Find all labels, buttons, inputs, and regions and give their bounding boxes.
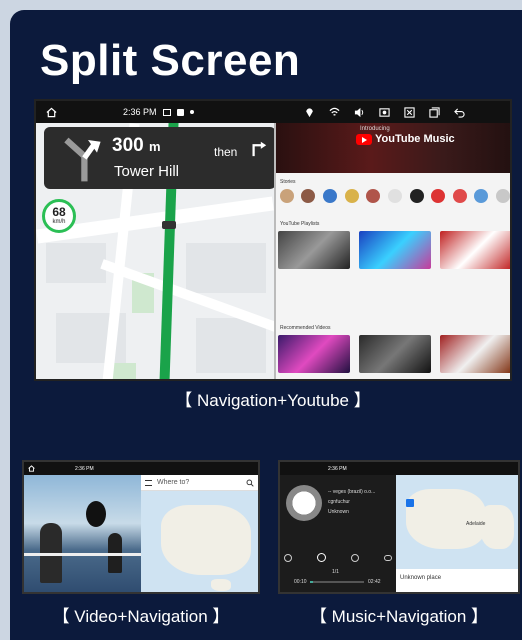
artist-name: cgnfuchur [328,499,350,505]
street-name: Tower Hill [114,163,180,180]
story-avatar[interactable] [474,189,489,203]
page-title: Split Screen [40,36,301,85]
search-bar[interactable]: Where to? [141,475,258,491]
time-total: 02:42 [368,579,381,585]
turn-left-arrow-icon [64,137,101,182]
place-card[interactable]: Unknown place [396,569,518,592]
distance-value: 300 [112,135,144,156]
video-navigation-screenshot: 2:36 PM Where to? [22,460,260,594]
video-thumbnail[interactable] [359,231,431,269]
story-avatar[interactable] [452,189,467,203]
search-icon[interactable] [246,479,254,487]
section-recommended: Recommended Videos [280,325,331,331]
repeat-icon[interactable] [384,554,392,561]
then-label: then [214,145,238,159]
story-avatar[interactable] [496,189,510,203]
mini-map[interactable]: Adelaide Unknown place [396,475,518,592]
caption-music-navigation: 【 Music+Navigation 】 [309,607,489,626]
mini-status-time: 2:36 PM [328,465,347,472]
story-avatar[interactable] [409,189,424,203]
video-thumbnail[interactable] [440,335,510,373]
story-avatar[interactable] [301,189,316,203]
time-elapsed: 00:10 [294,579,307,585]
controls [284,553,392,562]
volume-icon[interactable] [354,107,365,118]
caption-video-navigation: 【 Video+Navigation 】 [52,607,230,626]
youtube-brand: YouTube Music [375,133,455,145]
story-avatar[interactable] [323,189,338,203]
turn-instruction-card: 300 m Tower Hill then [44,127,274,189]
progress-fill [310,581,314,583]
menu-icon[interactable] [145,480,152,486]
dot-icon [189,110,194,114]
close-window-icon[interactable] [404,106,415,118]
speed-value: 68 [52,205,66,219]
story-avatars [276,189,510,203]
album-name: Unknown [328,509,349,515]
turn-distance: 300 m [112,135,161,157]
music-player: -- veges (brazil) o.o... cgnfuchur Unkno… [280,475,396,592]
progress-bar[interactable] [310,581,364,583]
mini-status-bar: 2:36 PM [24,462,258,475]
navigation-map[interactable]: 300 m Tower Hill then 68 km/h [36,123,274,379]
track-title: -- veges (brazil) o.o... [328,489,376,495]
location-icon [306,107,313,117]
status-bar: 2:36 PM [36,101,510,123]
speed-unit: km/h [52,219,66,225]
location-pin[interactable] [406,499,414,507]
notification-icon [176,108,184,116]
story-avatar[interactable] [279,189,294,203]
mini-status-bar: 2:36 PM [280,462,518,475]
recommended-row [278,335,510,373]
image-icon [162,108,171,116]
mini-status-time: 2:36 PM [75,465,94,472]
youtube-music-logo: YouTube Music [356,133,455,145]
playlist-row [278,231,510,269]
racket [86,501,106,527]
search-input[interactable]: Where to? [157,479,189,486]
promo-card: Split Screen 2:36 PM 300 m Tower Hill th… [10,10,522,640]
speed-indicator: 68 km/h [42,199,76,233]
current-position-marker [162,221,176,229]
tennis-video[interactable] [24,475,141,592]
court-net [24,553,141,556]
story-avatar[interactable] [431,189,446,203]
youtube-play-icon [356,133,372,145]
home-icon[interactable] [28,465,35,472]
video-thumbnail[interactable] [278,231,350,269]
mini-map[interactable] [141,491,258,592]
distance-unit: m [148,139,161,154]
story-avatar[interactable] [344,189,359,203]
section-playlists: YouTube Playlists [280,221,320,227]
status-time: 2:36 PM [123,107,157,117]
section-stories: Stories [280,179,296,185]
place-name: Unknown place [400,575,442,581]
track-index: 1/1 [332,569,339,575]
video-thumbnail[interactable] [440,231,510,269]
story-avatar[interactable] [366,189,381,203]
youtube-pane[interactable]: Introducing YouTube Music Stories YouTub… [276,123,510,379]
main-screenshot: 2:36 PM 300 m Tower Hill then 68 km/h In… [34,99,512,381]
recent-apps-icon[interactable] [429,106,440,118]
album-art [286,485,322,521]
music-navigation-screenshot: 2:36 PM -- veges (brazil) o.o... cgnfuch… [278,460,520,594]
screenshot-icon[interactable] [379,107,390,118]
next-icon[interactable] [351,553,359,562]
story-avatar[interactable] [387,189,402,203]
map-city-label: Adelaide [466,521,486,527]
home-icon[interactable] [46,107,57,118]
video-thumbnail[interactable] [359,335,431,373]
wifi-icon [329,107,340,116]
turn-right-arrow-icon [252,141,267,157]
previous-icon[interactable] [284,553,292,562]
caption-navigation-youtube: 【 Navigation+Youtube 】 [175,391,371,410]
play-icon[interactable] [317,553,326,562]
back-icon[interactable] [454,107,465,118]
video-thumbnail[interactable] [278,335,350,373]
banner-intro: Introducing [360,126,390,132]
youtube-music-banner[interactable]: Introducing YouTube Music [276,123,510,173]
